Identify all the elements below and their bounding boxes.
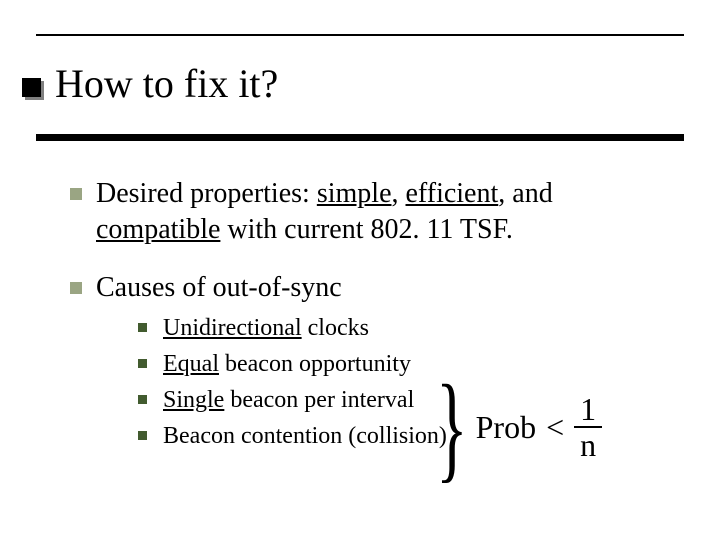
sub-point-text: Equal beacon opportunity (163, 349, 411, 381)
slide-title: How to fix it? (55, 62, 278, 106)
square-bullet-icon (138, 395, 147, 404)
sub-point-text: Unidirectional clocks (163, 313, 369, 345)
top-rule-thick (36, 134, 684, 141)
formula-lhs: Prob (476, 409, 536, 446)
square-bullet-icon (138, 359, 147, 368)
curly-brace-icon: } (436, 367, 468, 487)
square-bullet-icon (138, 323, 147, 332)
probability-formula: Prob < 1 n (476, 393, 603, 461)
fraction: 1 n (574, 393, 602, 461)
formula-op: < (546, 409, 564, 446)
brace-formula-group: } Prob < 1 n (436, 352, 696, 502)
text-fragment: beacon opportunity (219, 351, 411, 377)
fraction-denominator: n (574, 428, 602, 461)
square-bullet-icon (70, 282, 82, 294)
sub-point-text: Beacon contention (collision) (163, 421, 447, 453)
underline-word: Equal (163, 351, 219, 377)
title-bullet-icon (22, 78, 41, 97)
underline-word: Single (163, 387, 224, 413)
point-1-text: Desired properties: simple, efficient, a… (96, 176, 684, 248)
text-fragment: , (392, 178, 406, 209)
point-2-text: Causes of out-of-sync (96, 270, 684, 306)
underline-simple: simple (317, 178, 392, 209)
text-fragment: beacon per interval (224, 387, 414, 413)
underline-word: Unidirectional (163, 315, 302, 341)
sub-point-text: Single beacon per interval (163, 385, 414, 417)
text-fragment: clocks (302, 315, 369, 341)
point-desired-properties: Desired properties: simple, efficient, a… (70, 176, 684, 248)
fraction-numerator: 1 (574, 393, 602, 426)
underline-compatible: compatible (96, 214, 220, 245)
list-item: Unidirectional clocks (138, 313, 684, 345)
top-rule-thin (36, 34, 684, 36)
title-row: How to fix it? (22, 62, 684, 106)
underline-efficient: efficient (406, 178, 499, 209)
square-bullet-icon (138, 431, 147, 440)
text-fragment: Beacon contention (collision) (163, 423, 447, 449)
slide: How to fix it? Desired properties: simpl… (0, 0, 720, 540)
text-fragment: , and (498, 178, 552, 209)
text-fragment: with current 802. 11 TSF. (220, 214, 513, 245)
text-fragment: Desired properties: (96, 178, 317, 209)
square-bullet-icon (70, 188, 82, 200)
